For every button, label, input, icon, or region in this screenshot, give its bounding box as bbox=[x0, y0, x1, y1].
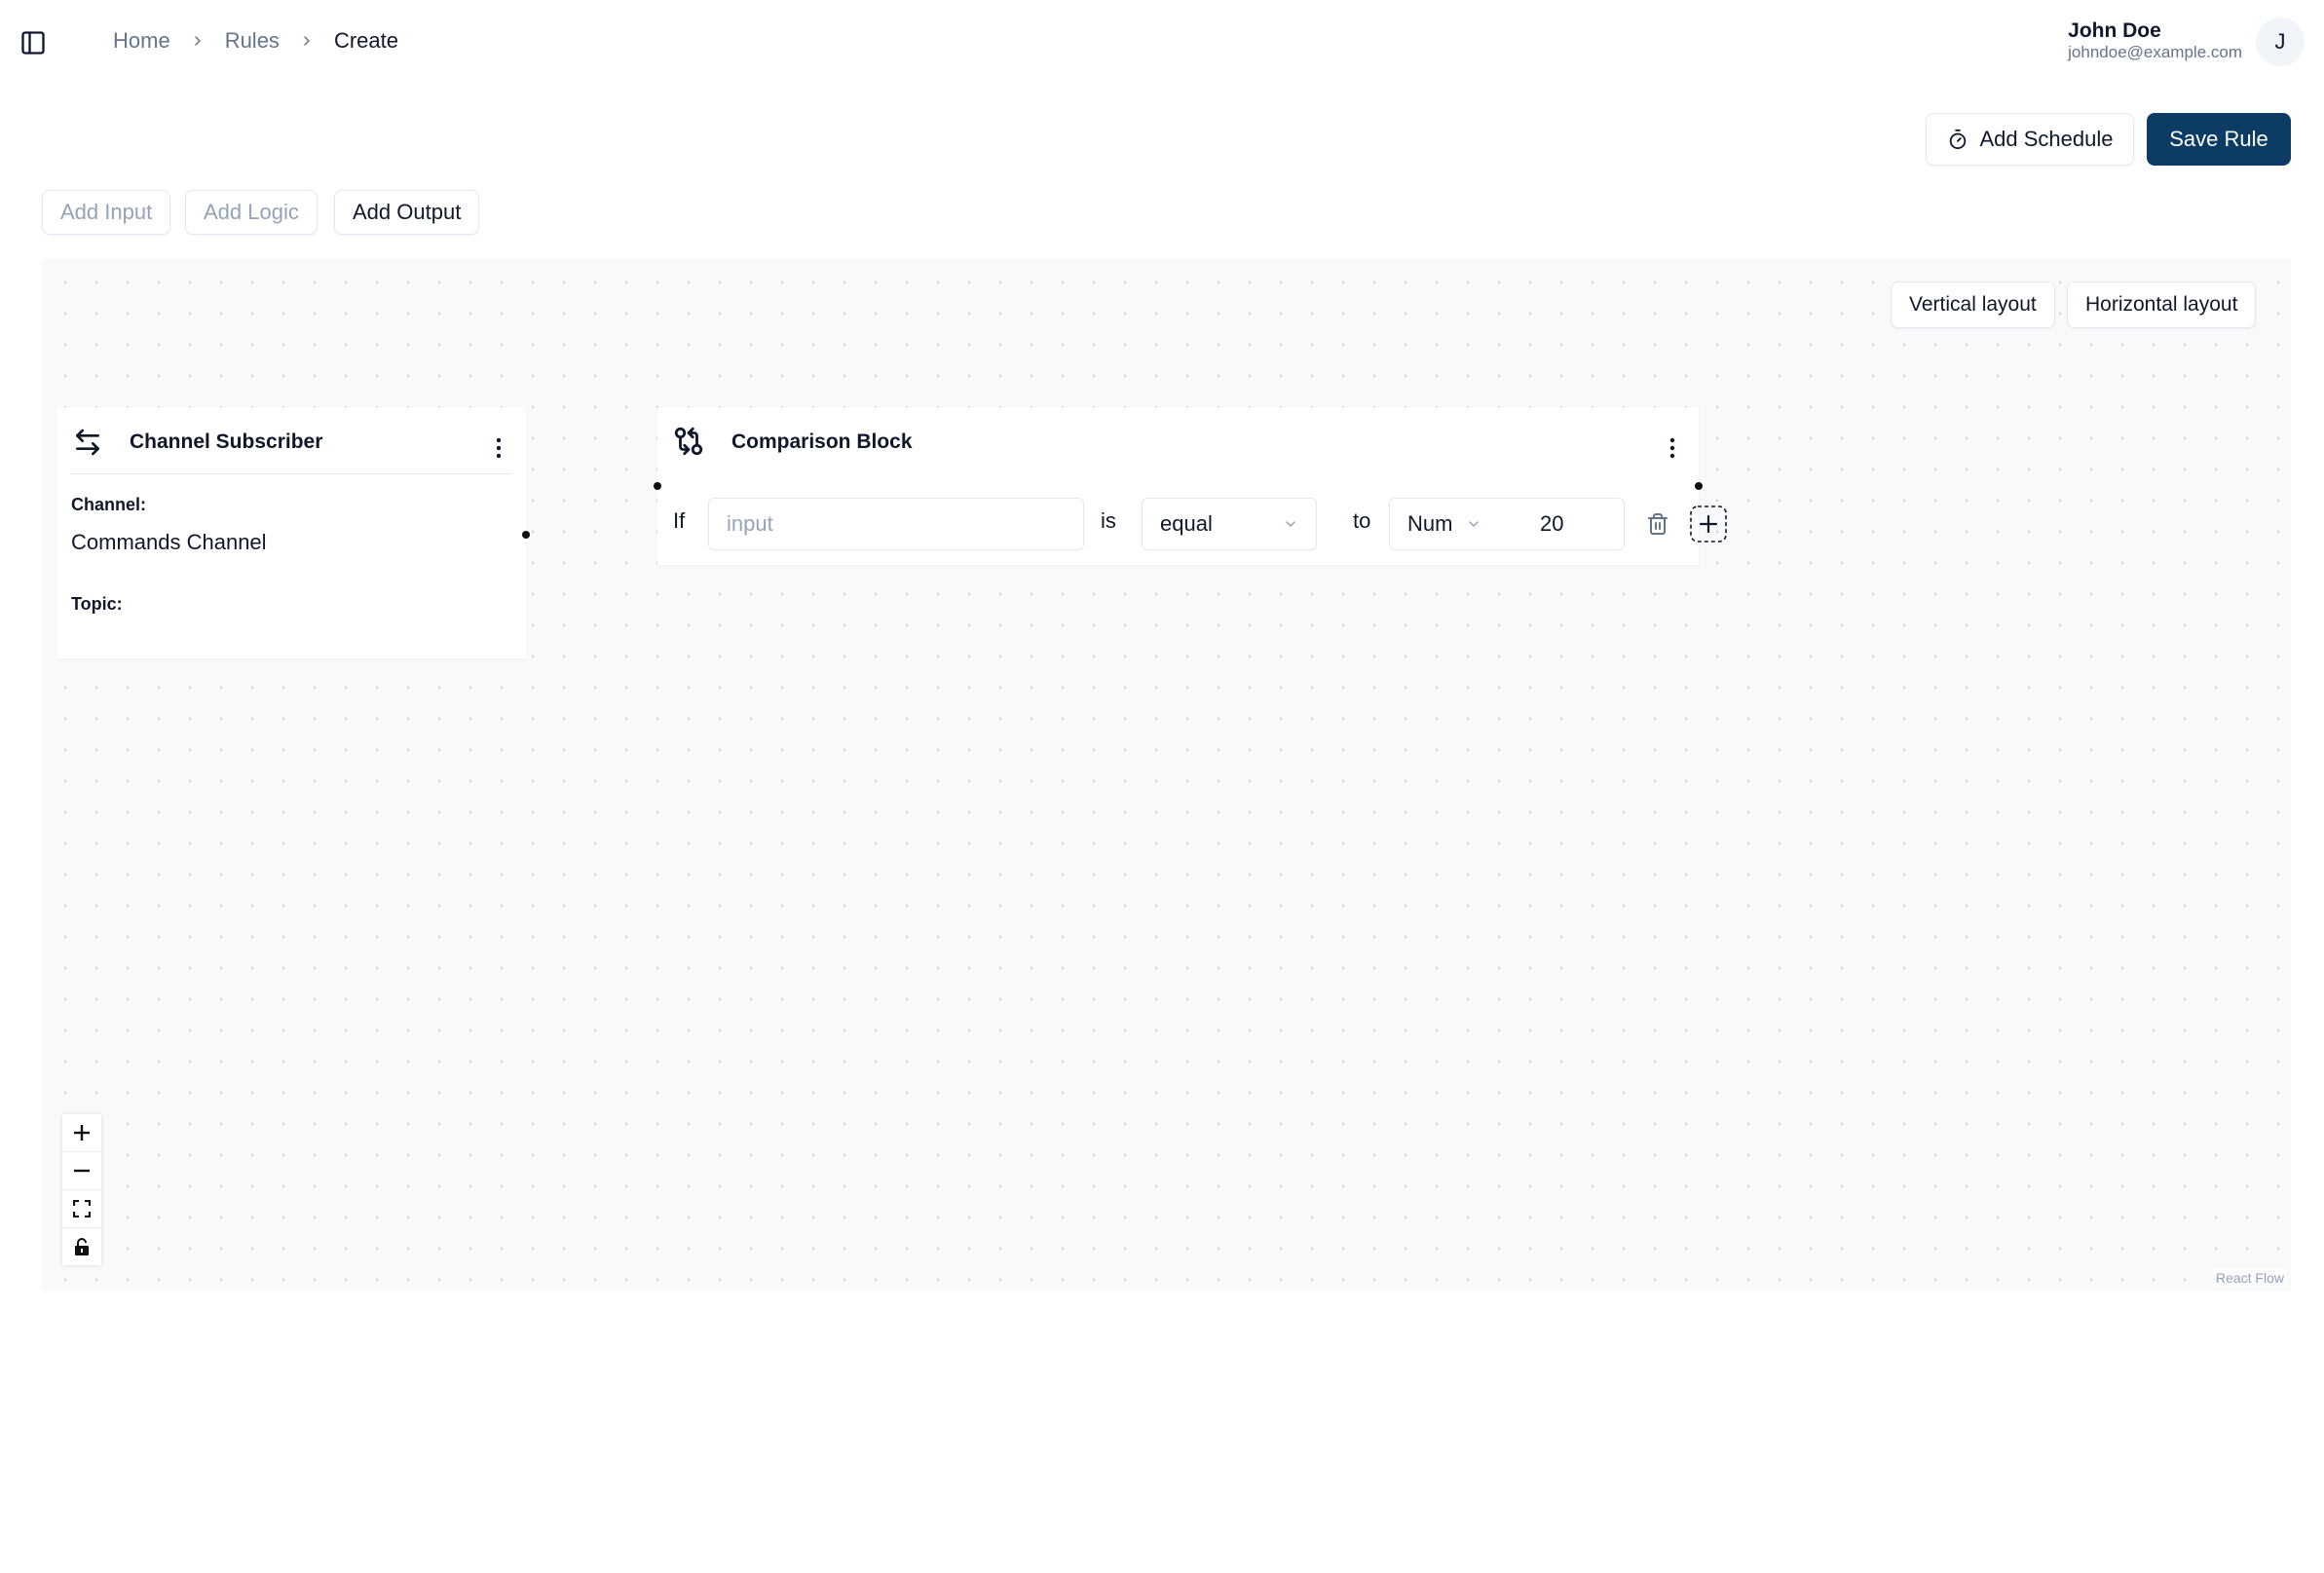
chevron-down-icon bbox=[1466, 516, 1481, 532]
more-vertical-icon[interactable] bbox=[1661, 436, 1684, 460]
chevron-down-icon bbox=[1283, 516, 1298, 532]
vertical-layout-button[interactable]: Vertical layout bbox=[1891, 281, 2055, 328]
operator-value: equal bbox=[1160, 511, 1213, 536]
topic-label: Topic: bbox=[71, 594, 123, 614]
flow-controls bbox=[62, 1114, 101, 1265]
add-logic-button[interactable]: Add Logic bbox=[185, 190, 318, 235]
is-label: is bbox=[1101, 508, 1116, 533]
add-schedule-label: Add Schedule bbox=[1979, 127, 2114, 151]
source-handle[interactable] bbox=[522, 531, 530, 539]
channel-value[interactable]: Commands Channel bbox=[71, 530, 267, 555]
flow-canvas[interactable]: Vertical layout Horizontal layout Channe… bbox=[42, 259, 2291, 1291]
trash-icon[interactable] bbox=[1646, 512, 1669, 536]
divider bbox=[71, 473, 511, 474]
source-handle[interactable] bbox=[1695, 482, 1703, 490]
type-select[interactable]: Num bbox=[1390, 511, 1522, 537]
input-field[interactable]: input bbox=[708, 498, 1084, 550]
breadcrumb-home[interactable]: Home bbox=[113, 28, 170, 54]
if-label: If bbox=[673, 508, 686, 533]
avatar[interactable]: J bbox=[2256, 18, 2305, 66]
sidebar-toggle-icon[interactable] bbox=[19, 29, 47, 56]
comparison-node-title: Comparison Block bbox=[731, 431, 913, 453]
channel-subscriber-node[interactable]: Channel Subscriber Channel: Commands Cha… bbox=[56, 407, 526, 658]
breadcrumb-rules[interactable]: Rules bbox=[225, 28, 280, 54]
fit-view-icon[interactable] bbox=[62, 1190, 101, 1228]
lock-icon[interactable] bbox=[62, 1228, 101, 1265]
save-rule-button[interactable]: Save Rule bbox=[2147, 113, 2291, 166]
arrow-left-right-icon bbox=[72, 427, 103, 458]
add-output-button[interactable]: Add Output bbox=[334, 190, 480, 235]
react-flow-attribution[interactable]: React Flow bbox=[2212, 1269, 2287, 1287]
user-email: johndoe@example.com bbox=[2068, 43, 2242, 61]
user-info: John Doe johndoe@example.com bbox=[2068, 19, 2242, 62]
channel-label: Channel: bbox=[71, 495, 147, 514]
zoom-out-icon[interactable] bbox=[62, 1152, 101, 1190]
operator-select[interactable]: equal bbox=[1142, 498, 1317, 550]
git-compare-icon bbox=[672, 425, 705, 458]
chevron-right-icon bbox=[190, 33, 206, 49]
type-value: Num bbox=[1407, 511, 1453, 536]
user-name: John Doe bbox=[2068, 19, 2161, 42]
compare-value-input[interactable]: 20 bbox=[1522, 511, 1563, 537]
comparison-block-node[interactable]: Comparison Block If input is equal to Nu… bbox=[657, 407, 1727, 565]
target-handle[interactable] bbox=[654, 482, 661, 490]
add-schedule-button[interactable]: Add Schedule bbox=[1926, 113, 2134, 166]
input-placeholder: input bbox=[727, 511, 773, 536]
timer-icon bbox=[1947, 129, 1968, 150]
horizontal-layout-button[interactable]: Horizontal layout bbox=[2067, 281, 2257, 328]
to-label: to bbox=[1353, 508, 1371, 533]
add-input-button[interactable]: Add Input bbox=[42, 190, 171, 235]
breadcrumb: Home Rules Create bbox=[113, 25, 398, 56]
breadcrumb-create: Create bbox=[333, 28, 398, 53]
value-input-group: Num 20 bbox=[1389, 498, 1625, 550]
more-vertical-icon[interactable] bbox=[487, 436, 510, 460]
zoom-in-icon[interactable] bbox=[62, 1114, 101, 1152]
channel-node-title: Channel Subscriber bbox=[130, 431, 323, 453]
add-condition-icon[interactable] bbox=[1690, 506, 1727, 543]
chevron-right-icon bbox=[299, 33, 315, 49]
